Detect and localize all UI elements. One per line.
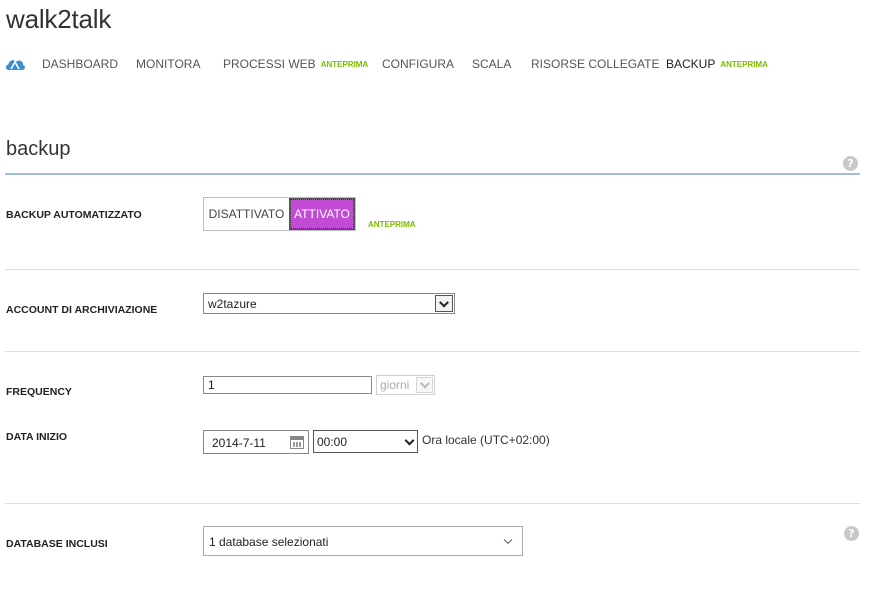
tab-dashboard[interactable]: DASHBOARD [42, 57, 118, 71]
tab-processi-web[interactable]: PROCESSI WEB ANTEPRIMA [223, 57, 368, 71]
databases-value: 1 database selezionati [209, 535, 329, 549]
tab-risorse-collegate[interactable]: RISORSE COLLEGATE [531, 57, 659, 71]
row-divider [5, 269, 860, 270]
dropdown-button[interactable] [435, 295, 453, 312]
tab-configura[interactable]: CONFIGURA [382, 57, 454, 71]
row-divider [5, 503, 860, 504]
preview-badge: ANTEPRIMA [720, 60, 768, 69]
preview-badge: ANTEPRIMA [368, 220, 416, 229]
timezone-text: Ora locale (UTC+02:00) [422, 433, 550, 447]
section-title: backup [6, 138, 71, 160]
help-icon[interactable]: ? [843, 156, 858, 171]
start-time-select[interactable]: 00:00 [313, 430, 418, 453]
start-date-label: DATA INIZIO [6, 431, 68, 443]
start-date-input[interactable]: 2014-7-11 [203, 430, 309, 454]
top-navigation: DASHBOARD MONITORA PROCESSI WEB ANTEPRIMA… [4, 56, 874, 74]
databases-select[interactable]: 1 database selezionati [203, 526, 523, 556]
frequency-input[interactable]: 1 [203, 376, 372, 394]
app-title: walk2talk [6, 4, 112, 34]
toggle-on-option[interactable]: ATTIVATO [289, 198, 355, 230]
tab-monitora[interactable]: MONITORA [136, 57, 200, 71]
storage-account-label: ACCOUNT DI ARCHIVIAZIONE [6, 304, 158, 316]
chevron-down-icon [419, 378, 430, 389]
storage-account-value: w2tazure [208, 296, 257, 311]
dropdown-button [416, 377, 433, 393]
row-divider [5, 351, 860, 352]
cloud-website-icon [5, 60, 25, 70]
chevron-down-icon [439, 297, 449, 308]
storage-account-select[interactable]: w2tazure [203, 293, 455, 314]
chevron-down-icon [503, 535, 513, 545]
frequency-unit-select: giorni [376, 375, 435, 395]
calendar-icon[interactable] [290, 436, 304, 449]
chevron-down-icon [404, 435, 415, 446]
preview-badge: ANTEPRIMA [320, 60, 369, 69]
toggle-off-option[interactable]: DISATTIVATO [204, 198, 289, 230]
backup-auto-label: BACKUP AUTOMATIZZATO [6, 209, 142, 221]
frequency-label: FREQUENCY [6, 386, 72, 398]
tab-scala[interactable]: SCALA [472, 57, 511, 71]
start-date-value: 2014-7-11 [212, 436, 266, 450]
frequency-unit-value: giorni [380, 378, 410, 392]
start-time-value: 00:00 [317, 435, 348, 449]
tab-backup[interactable]: BACKUP ANTEPRIMA [666, 57, 768, 71]
help-icon[interactable]: ? [844, 526, 859, 541]
backup-auto-toggle[interactable]: DISATTIVATO ATTIVATO [203, 197, 356, 231]
databases-label: DATABASE INCLUSI [6, 538, 108, 550]
section-divider [5, 173, 860, 175]
